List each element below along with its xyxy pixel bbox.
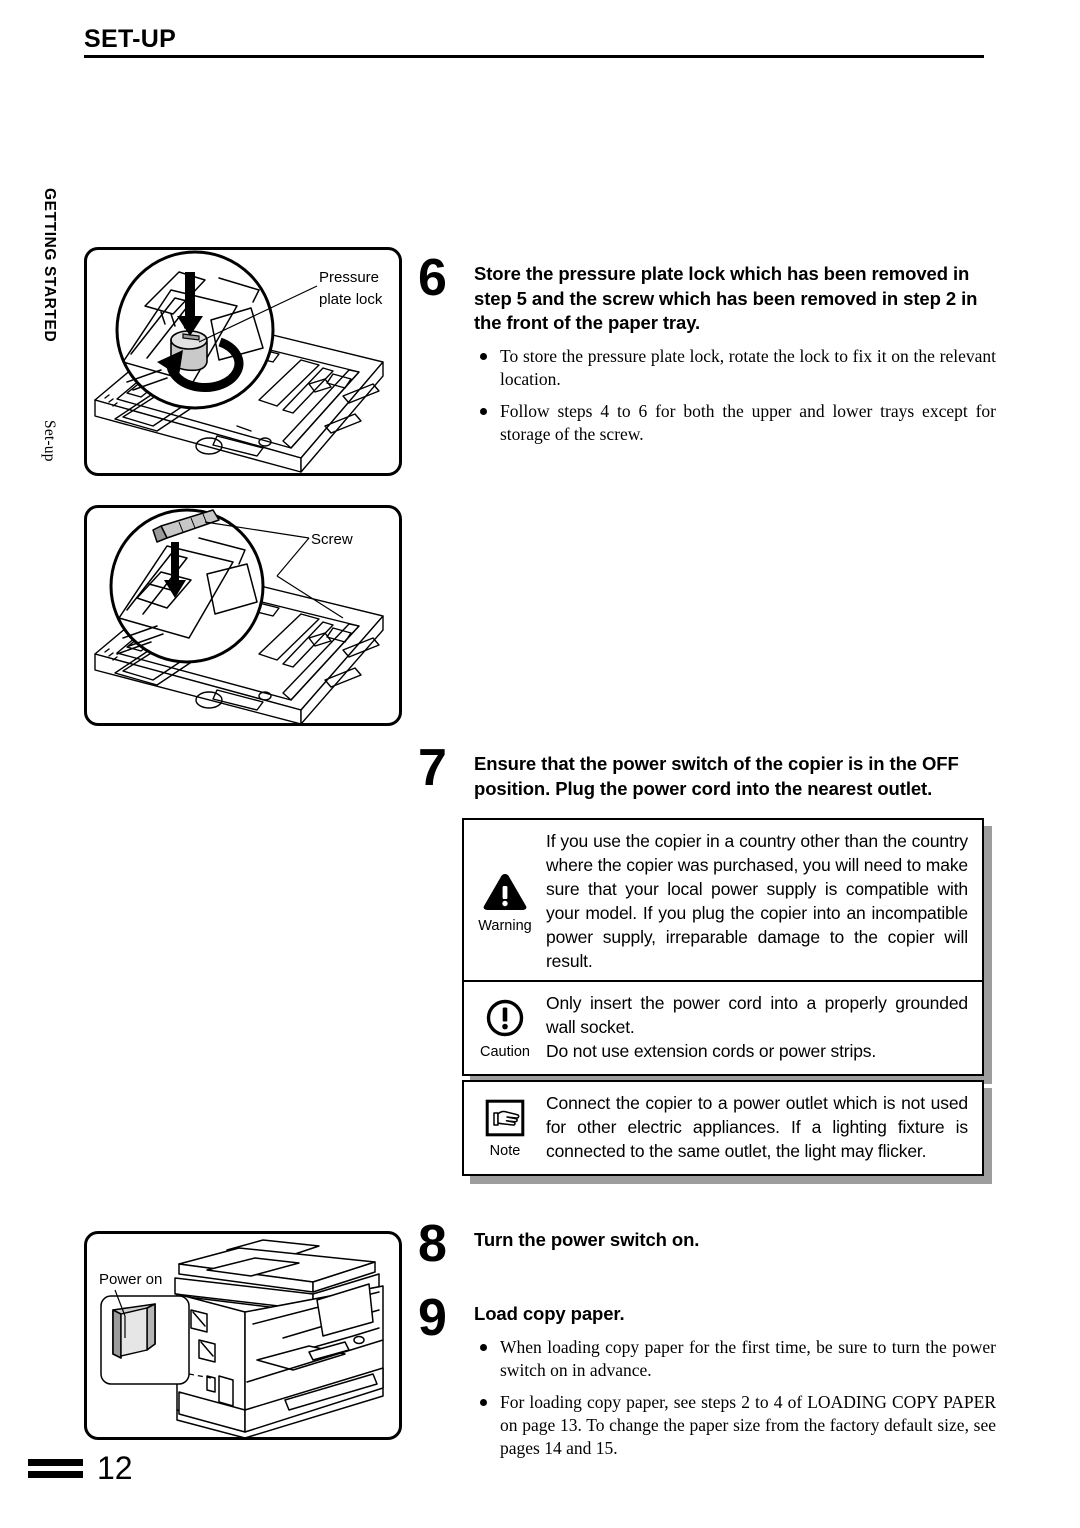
header-rule [84,55,984,59]
figure-callout: Power on [99,1271,162,1288]
bullet-item: Follow steps 4 to 6 for both the upper a… [474,400,996,446]
bullet-dot-icon [480,1343,487,1351]
warning-triangle-icon [482,872,528,917]
figure-callout-line2: plate lock [319,291,383,308]
tray-lock-illustration: Pressure plate lock [94,250,384,473]
bullet-text: Follow steps 4 to 6 for both the upper a… [500,400,996,445]
page-title: SET-UP [84,25,177,53]
bullet-item: For loading copy paper, see steps 2 to 4… [474,1391,996,1460]
bullet-item: When loading copy paper for the first ti… [474,1336,996,1382]
step-6-bullets: To store the pressure plate lock, rotate… [474,345,996,446]
bullet-dot-icon [480,352,487,360]
page-number: 12 [97,1450,133,1486]
copier-illustration: Power on [99,1239,384,1437]
callout-leader-line-2 [276,537,310,577]
caution-text: Only insert the power cord into a proper… [546,982,982,1074]
step-8: 8 Turn the power switch on. [418,1218,996,1270]
step-7-heading: Ensure that the power switch of the copi… [474,753,959,799]
step-7-number: 7 [418,739,447,797]
bullet-dot-icon [480,408,487,416]
step-9: 9 Load copy paper. When loading copy pap… [418,1292,996,1460]
bullet-item: To store the pressure plate lock, rotate… [474,345,996,391]
caution-text-line-1: Only insert the power cord into a proper… [546,993,968,1037]
step-9-bullets: When loading copy paper for the first ti… [474,1336,996,1460]
caution-label: Caution [480,1044,530,1061]
side-tab: GETTING STARTED Set-up [0,0,70,1528]
note-icon-group: Note [464,1097,546,1159]
note-label: Note [489,1143,521,1160]
side-tab-section-label: Set-up [41,420,58,462]
step-9-number: 9 [418,1289,447,1347]
figure-callout: Screw [311,531,353,548]
step-6-number: 6 [418,249,447,307]
caution-admonition: Caution Only insert the power cord into … [462,980,992,1084]
copier-power-switch-figure: Power on [84,1231,402,1440]
note-text: Connect the copier to a power outlet whi… [546,1093,968,1161]
bullet-dot-icon [480,1398,487,1406]
step-7: 7 Ensure that the power switch of the co… [418,742,996,801]
bullet-text: When loading copy paper for the first ti… [500,1336,996,1380]
step-9-heading: Load copy paper. [474,1303,625,1324]
warning-admonition: Warning If you use the copier in a count… [462,818,992,994]
note-admonition: Note Connect the copier to a power outle… [462,1080,992,1184]
paper-tray-pressure-plate-lock-figure: Pressure plate lock [84,247,402,476]
paper-tray-screw-figure: Screw [84,505,402,726]
page-header: SET-UP [84,25,984,59]
bullet-text: For loading copy paper, see steps 2 to 4… [500,1391,996,1458]
caution-text-line-2: Do not use extension cords or power stri… [546,1040,877,1061]
step-6-heading: Store the pressure plate lock which has … [474,263,978,334]
bullet-text: To store the pressure plate lock, rotate… [500,345,996,389]
warning-text: If you use the copier in a country other… [546,831,969,971]
warning-icon-group: Warning [464,870,546,934]
step-6: 6 Store the pressure plate lock which ha… [418,252,996,446]
step-8-heading: Turn the power switch on. [474,1229,700,1250]
step-8-number: 8 [418,1215,447,1273]
tray-screw-illustration: Screw [94,508,384,723]
warning-label: Warning [478,918,532,935]
page-footer: 12 [28,1452,133,1484]
caution-circle-icon [485,998,525,1043]
pointing-hand-icon [485,1099,525,1142]
caution-icon-group: Caution [464,996,546,1060]
footer-bars-icon [28,1458,83,1478]
figure-callout-line1: Pressure [319,269,379,286]
side-tab-chapter-label: GETTING STARTED [41,188,58,343]
